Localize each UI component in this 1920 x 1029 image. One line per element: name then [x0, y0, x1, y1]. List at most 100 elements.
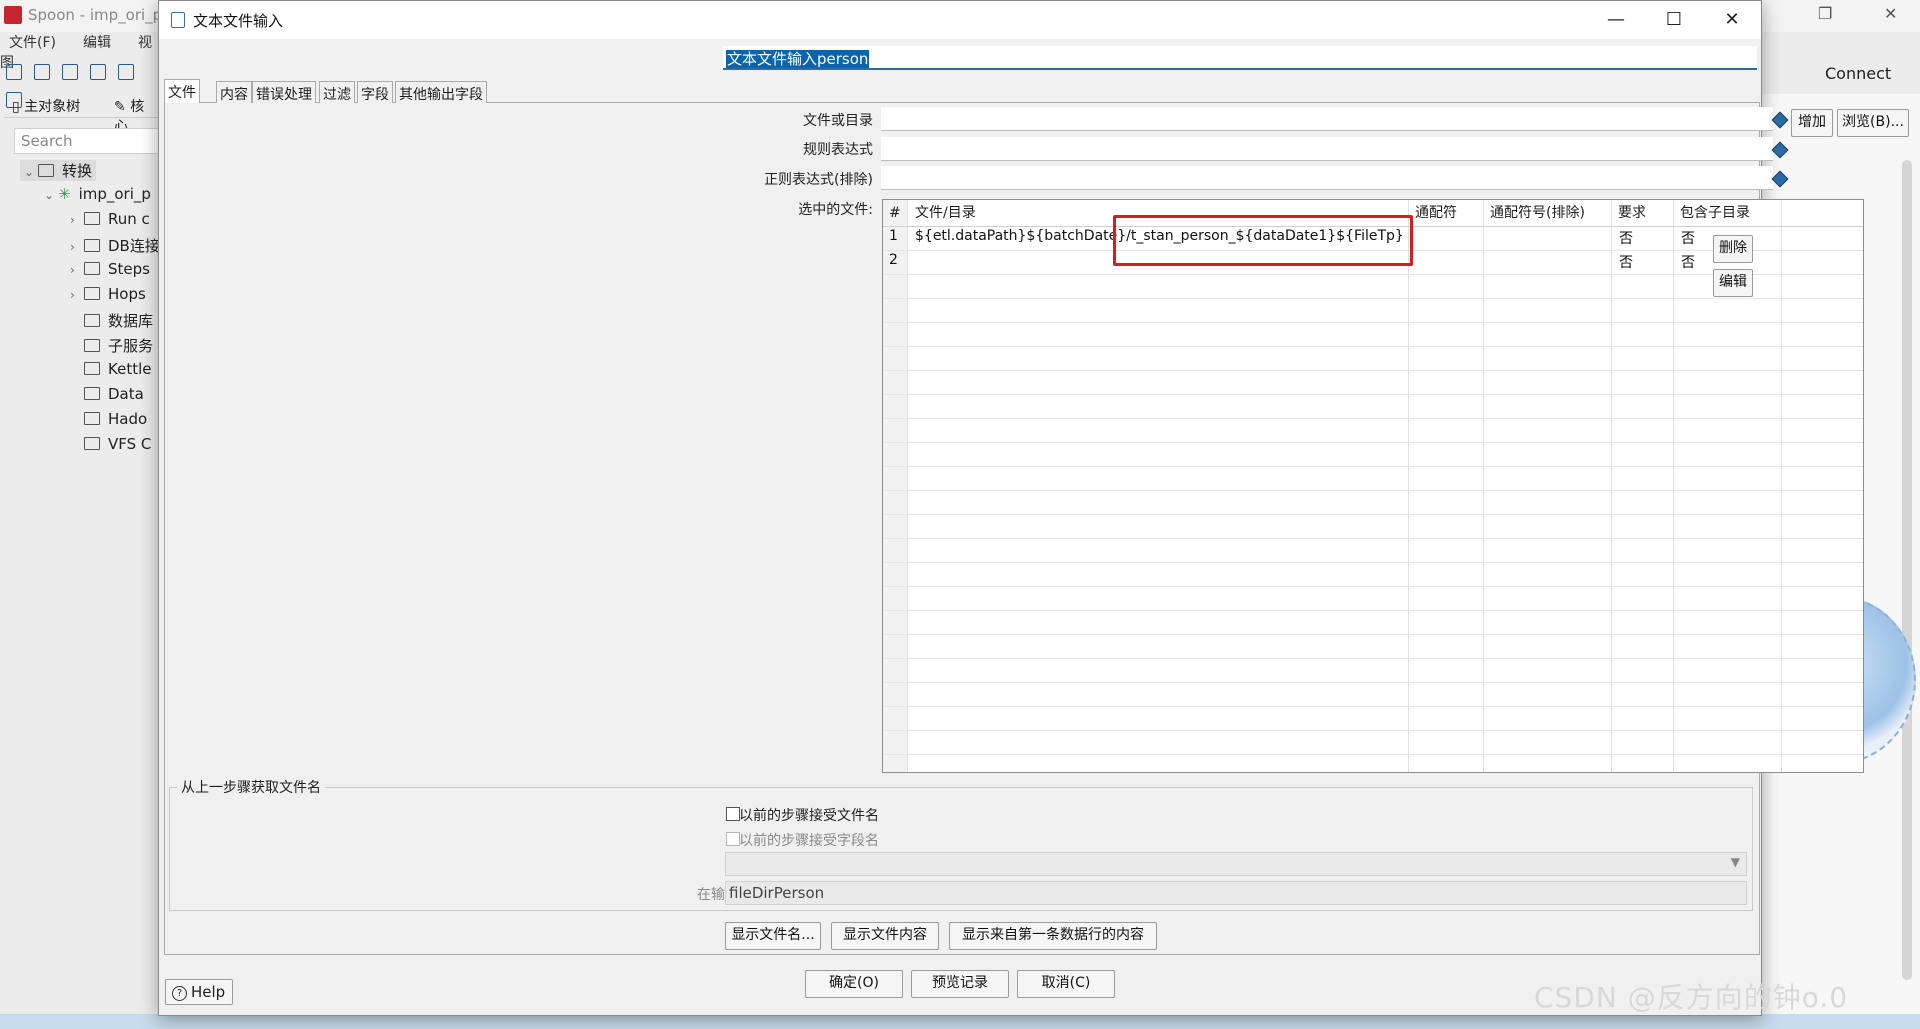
tree-icon: ▯	[12, 99, 25, 115]
background-window-title: Spoon - imp_ori_pe	[28, 6, 172, 24]
chevron-right-icon: ›	[70, 213, 75, 227]
column-header-exclude-wildcard[interactable]: 通配符号(排除)	[1490, 200, 1585, 226]
folder-icon	[38, 164, 54, 177]
maximize-icon[interactable]: ☐	[1651, 3, 1697, 37]
tree-item[interactable]: › DB连接	[70, 235, 160, 256]
save-as-icon[interactable]	[118, 64, 134, 80]
regex-exclude-label: 正则表达式(排除)	[764, 172, 873, 188]
accept-filenames-checkbox[interactable]	[726, 807, 740, 821]
tree-search-input[interactable]: Search	[14, 128, 160, 154]
background-tabbar: ▯ 主对象树 ✎ 核心	[4, 94, 160, 135]
folder-icon	[84, 362, 100, 375]
dialog-title: 文本文件输入	[193, 12, 284, 30]
chevron-right-icon: ›	[70, 288, 75, 302]
folder-icon	[84, 262, 100, 275]
tree-item[interactable]: VFS C	[84, 435, 151, 453]
folder-icon	[84, 287, 100, 300]
scrollbar[interactable]	[1902, 160, 1912, 980]
folder-icon	[84, 412, 100, 425]
table-cell-required[interactable]: 否	[1613, 252, 1633, 272]
help-icon: ?	[172, 986, 187, 1001]
dialog-titlebar: 文本文件输入 — ☐ ✕	[159, 1, 1761, 39]
folder-icon	[84, 339, 100, 352]
chevron-down-icon: ▼	[1730, 855, 1740, 869]
open-icon[interactable]	[34, 64, 50, 80]
cancel-button[interactable]: 取消(C)	[1017, 970, 1115, 998]
tree-item[interactable]: › Run c	[70, 210, 150, 228]
tree-item[interactable]: 数据库	[84, 310, 153, 331]
folder-icon	[84, 387, 100, 400]
step-source-select[interactable]: ▼	[725, 852, 1747, 876]
ok-button[interactable]: 确定(O)	[805, 970, 903, 998]
text-file-input-dialog: 文本文件输入 — ☐ ✕ 步骤名称 文本文件输入person 文件 内容 错误处…	[158, 0, 1909, 1016]
regex-exclude-input[interactable]	[881, 166, 1773, 190]
tree-item[interactable]: Data	[84, 385, 144, 403]
file-or-dir-input[interactable]	[881, 107, 1773, 131]
tree-item[interactable]: › Steps	[70, 260, 150, 278]
show-first-row-button[interactable]: 显示来自第一条数据行的内容	[949, 922, 1157, 950]
new-file-icon[interactable]	[6, 64, 22, 80]
chevron-down-icon: ⌄	[44, 188, 55, 202]
show-file-content-button[interactable]: 显示文件内容	[831, 922, 939, 950]
column-header-wildcard[interactable]: 通配符	[1415, 200, 1457, 226]
table-cell-subdirs[interactable]: 否	[1675, 228, 1695, 248]
save-icon[interactable]	[90, 64, 106, 80]
table-row-num: 1	[889, 228, 898, 244]
tree-item[interactable]: 子服务	[84, 335, 153, 356]
folder-icon	[84, 239, 100, 252]
chevron-right-icon: ›	[70, 263, 75, 277]
table-cell-subdirs[interactable]: 否	[1675, 252, 1695, 272]
column-header-required[interactable]: 要求	[1618, 200, 1646, 226]
connect-button[interactable]: Connect	[1825, 64, 1891, 83]
tree-transform-item[interactable]: ⌄ ✳ imp_ori_p	[44, 185, 151, 203]
tree-item[interactable]: Kettle	[84, 360, 151, 378]
regex-label: 规则表达式	[803, 142, 873, 158]
regex-input[interactable]	[881, 137, 1773, 161]
file-or-dir-label: 文件或目录	[803, 113, 873, 129]
browse-button[interactable]: 浏览(B)...	[1837, 109, 1909, 137]
column-header-num[interactable]: #	[889, 200, 901, 226]
table-row-num: 2	[889, 252, 898, 268]
accept-fields-label: 从以前的步骤接受字段名	[725, 833, 879, 849]
tab-file[interactable]: 文件	[164, 79, 200, 104]
minimize-icon[interactable]: —	[1593, 3, 1639, 37]
folder-icon	[84, 314, 100, 327]
previous-step-group-title: 从上一步骤获取文件名	[177, 777, 325, 797]
tree-item[interactable]: Hado	[84, 410, 147, 428]
explore-icon[interactable]	[62, 64, 78, 80]
show-filenames-button[interactable]: 显示文件名...	[725, 922, 821, 950]
preview-button[interactable]: 预览记录	[911, 970, 1009, 998]
tab-content[interactable]: 内容	[216, 81, 252, 103]
tab-other-output-fields[interactable]: 其他输出字段	[395, 81, 487, 103]
menu-edit[interactable]: 编辑	[83, 35, 111, 51]
column-header-include-subdirs[interactable]: 包含子目录	[1680, 200, 1750, 226]
tab-bar: 文件 内容 错误处理 过滤 字段 其他输出字段	[164, 79, 1760, 104]
close-icon[interactable]: ✕	[1884, 4, 1897, 23]
column-header-file-dir[interactable]: 文件/目录	[915, 200, 976, 226]
field-as-filename-input[interactable]: fileDirPerson	[725, 881, 1747, 905]
tree-item[interactable]: › Hops	[70, 285, 146, 303]
tab-core[interactable]: ✎ 核心	[108, 94, 160, 135]
edit-button[interactable]: 编辑	[1713, 269, 1753, 297]
tab-filter[interactable]: 过滤	[319, 81, 355, 103]
folder-icon	[84, 437, 100, 450]
background-menubar: 文件(F) 编辑 视图	[0, 32, 160, 71]
pencil-icon: ✎	[114, 99, 131, 115]
chevron-right-icon: ›	[70, 240, 75, 254]
tab-main-object-tree[interactable]: ▯ 主对象树	[6, 94, 86, 118]
folder-icon	[84, 212, 100, 225]
close-icon[interactable]: ✕	[1709, 3, 1755, 37]
tree-root[interactable]: ⌄ 转换	[20, 160, 97, 181]
help-button[interactable]: ? Help	[165, 979, 233, 1005]
delete-button[interactable]: 删除	[1713, 235, 1753, 263]
table-cell-required[interactable]: 否	[1613, 228, 1633, 248]
add-button[interactable]: 增加	[1791, 109, 1833, 137]
step-name-input[interactable]: 文本文件输入person	[723, 46, 1757, 70]
accept-fields-checkbox[interactable]	[726, 832, 740, 846]
chevron-down-icon: ⌄	[24, 165, 35, 179]
tab-error-handling[interactable]: 错误处理	[252, 81, 316, 103]
restore-icon[interactable]: ❐	[1818, 4, 1832, 23]
tab-fields[interactable]: 字段	[357, 81, 393, 103]
menu-file[interactable]: 文件(F)	[9, 35, 56, 51]
highlight-box	[1113, 215, 1413, 266]
